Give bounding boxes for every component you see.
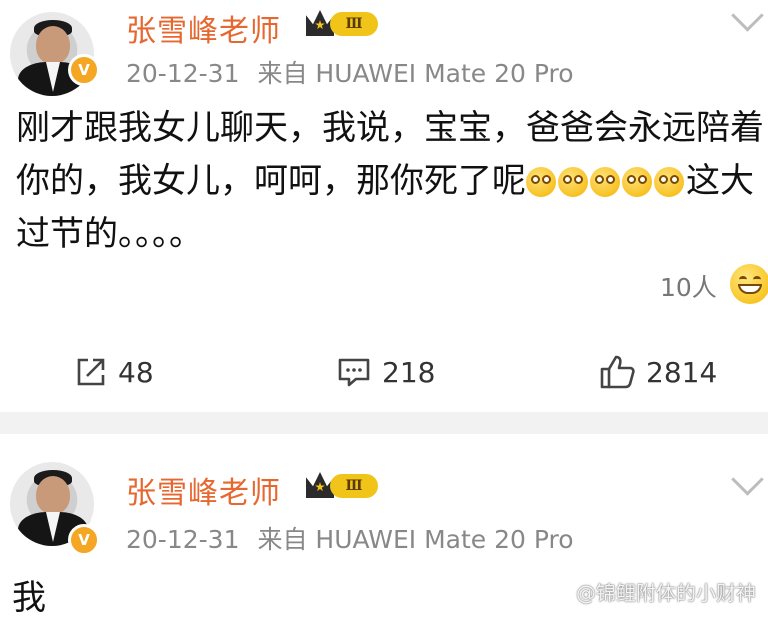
comment-count: 218 bbox=[382, 355, 436, 389]
dizzy-face-emoji-icon bbox=[654, 167, 684, 197]
vip-badge-icon[interactable]: Ⅲ bbox=[306, 470, 380, 500]
post-text-line-2-b: 这大 bbox=[686, 161, 754, 201]
like-button[interactable]: 2814 bbox=[598, 352, 717, 392]
post-text: 刚才跟我女儿聊天，我说，宝宝，爸爸会永远陪着 你的，我女儿，呵呵，那你死了呢 这大… bbox=[16, 102, 764, 261]
grinning-face-emoji-icon[interactable] bbox=[730, 264, 768, 304]
post-text: 我 bbox=[12, 578, 46, 618]
post-text-line-3: 过节的。。。。 bbox=[16, 214, 203, 254]
post-date: 20-12-31 bbox=[126, 525, 240, 554]
like-count: 2814 bbox=[646, 355, 718, 389]
share-icon bbox=[77, 358, 105, 386]
comment-button[interactable]: 218 bbox=[336, 352, 435, 392]
dizzy-face-emoji-icon bbox=[558, 167, 588, 197]
post-source: 来自 HUAWEI Mate 20 Pro bbox=[257, 59, 574, 88]
comment-icon bbox=[338, 358, 370, 387]
thumbs-up-icon bbox=[600, 355, 635, 389]
dizzy-face-emoji-icon bbox=[526, 167, 556, 197]
vip-level-label: Ⅲ bbox=[330, 474, 378, 498]
dizzy-face-emoji-icon bbox=[622, 167, 652, 197]
post-meta: 20-12-31 来自 HUAWEI Mate 20 Pro bbox=[126, 520, 574, 556]
post-meta: 20-12-31 来自 HUAWEI Mate 20 Pro bbox=[126, 54, 574, 90]
post-text-line-2: 你的，我女儿，呵呵，那你死了呢 这大 bbox=[16, 155, 764, 208]
post-card-1: V 张雪峰老师 Ⅲ 20-12-31 来自 HUAWEI Mate 20 Pro … bbox=[0, 0, 768, 412]
post-text-line-1: 刚才跟我女儿聊天，我说，宝宝，爸爸会永远陪着 bbox=[16, 108, 764, 148]
repost-button[interactable]: 48 bbox=[74, 352, 154, 392]
post-text-line-2-a: 你的，我女儿，呵呵，那你死了呢 bbox=[16, 161, 526, 201]
likers-count[interactable]: 10人 bbox=[660, 268, 717, 304]
post-divider bbox=[0, 412, 768, 434]
repost-count: 48 bbox=[118, 355, 154, 389]
verified-badge-icon: V bbox=[68, 524, 100, 556]
author-name[interactable]: 张雪峰老师 bbox=[126, 6, 281, 50]
post-date: 20-12-31 bbox=[126, 59, 240, 88]
chevron-down-icon[interactable] bbox=[731, 463, 764, 496]
author-name[interactable]: 张雪峰老师 bbox=[126, 468, 281, 512]
vip-level-label: Ⅲ bbox=[330, 12, 378, 36]
post-source: 来自 HUAWEI Mate 20 Pro bbox=[257, 525, 574, 554]
dizzy-face-emoji-icon bbox=[590, 167, 620, 197]
verified-badge-icon: V bbox=[68, 54, 100, 86]
weibo-watermark: @锦鲤附体的小财神 bbox=[576, 581, 756, 605]
chevron-down-icon[interactable] bbox=[731, 0, 764, 32]
vip-badge-icon[interactable]: Ⅲ bbox=[306, 8, 380, 38]
